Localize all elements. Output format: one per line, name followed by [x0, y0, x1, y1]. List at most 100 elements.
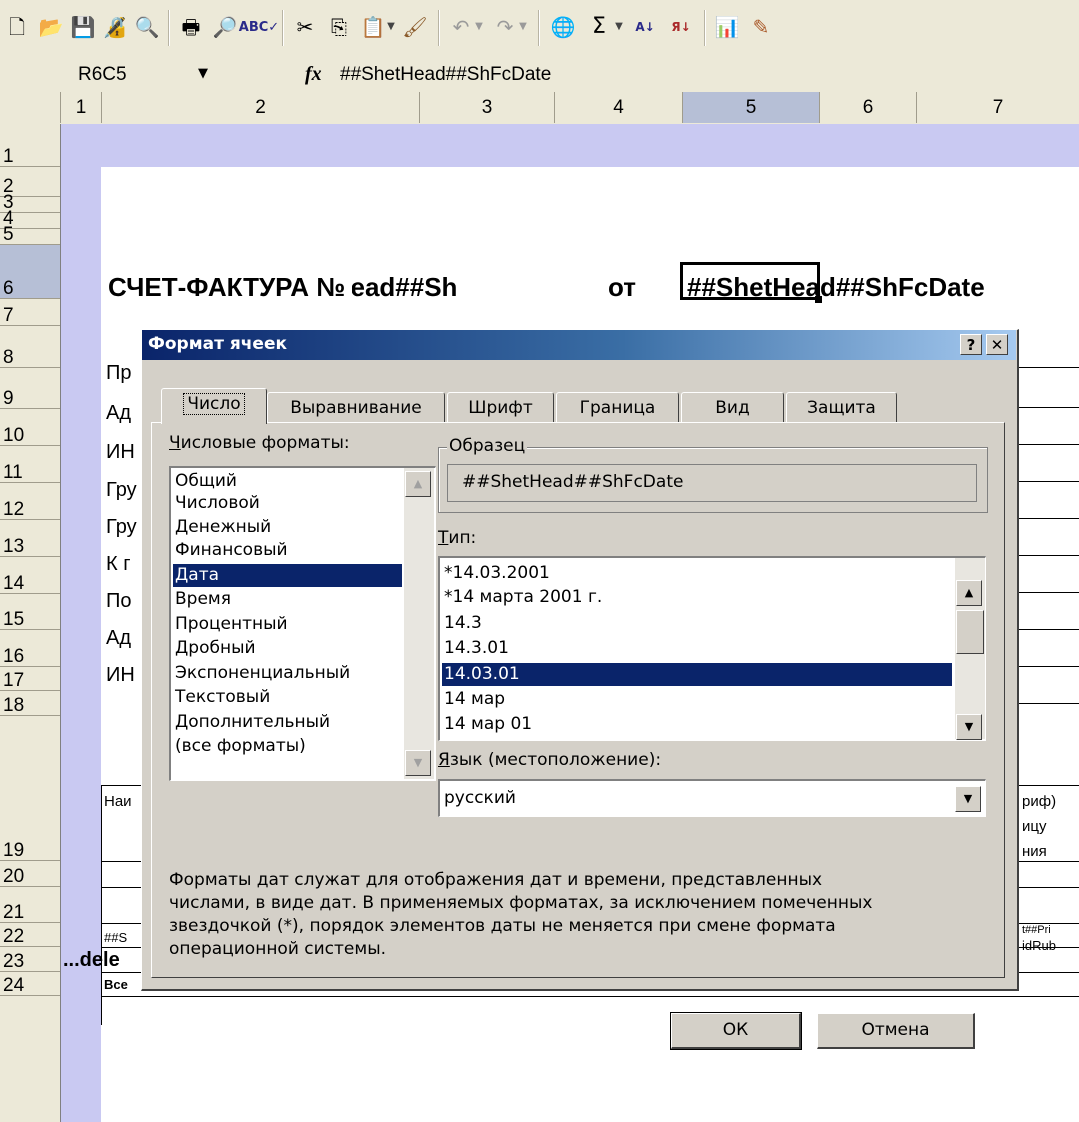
- sheet-cell[interactable]: Пр: [106, 362, 132, 385]
- print-icon[interactable]: 🖶: [178, 14, 204, 40]
- autosum-icon[interactable]: Σ: [586, 14, 612, 40]
- spelling-icon[interactable]: ABC✓: [239, 14, 279, 40]
- scroll-down-icon[interactable]: ▼: [405, 750, 431, 776]
- column-header[interactable]: 3: [420, 92, 555, 123]
- undo-icon[interactable]: ↶: [448, 14, 474, 40]
- row-header[interactable]: 15: [0, 594, 60, 630]
- sheet-cell[interactable]: ИН: [106, 441, 135, 464]
- list-item[interactable]: Общий: [173, 470, 402, 493]
- list-item[interactable]: (все форматы): [173, 735, 402, 758]
- table-header-cell[interactable]: Наи: [104, 793, 132, 810]
- tab-number[interactable]: Число: [161, 388, 267, 424]
- row-header[interactable]: 13: [0, 520, 60, 557]
- paste-icon[interactable]: 📋: [360, 14, 386, 40]
- close-button[interactable]: ✕: [986, 334, 1008, 355]
- column-header[interactable]: 7: [917, 92, 1079, 123]
- cancel-button[interactable]: Отмена: [817, 1013, 975, 1049]
- table-cell[interactable]: t##Pri: [1022, 924, 1051, 936]
- research-icon[interactable]: 🔍: [134, 14, 160, 40]
- print-preview-icon[interactable]: 🔎: [212, 14, 238, 40]
- sheet-cell[interactable]: К г: [106, 553, 131, 576]
- list-item[interactable]: Дробный: [173, 637, 402, 660]
- list-item[interactable]: Дата: [173, 564, 402, 587]
- scroll-up-icon[interactable]: ▲: [956, 580, 982, 606]
- sheet-cell[interactable]: ИН: [106, 664, 135, 687]
- scroll-up-icon[interactable]: ▲: [405, 471, 431, 497]
- list-item[interactable]: *14 марта 2001 г.: [442, 586, 952, 609]
- chevron-down-icon[interactable]: ▼: [955, 786, 981, 812]
- list-item[interactable]: 14 мар 01: [442, 713, 952, 736]
- sheet-cell[interactable]: По: [106, 590, 132, 613]
- row-header[interactable]: 22: [0, 923, 60, 947]
- new-icon[interactable]: 🗋: [4, 14, 30, 40]
- tab-alignment[interactable]: Выравнивание: [267, 392, 445, 423]
- row-header[interactable]: 17: [0, 667, 60, 691]
- scroll-down-icon[interactable]: ▼: [956, 714, 982, 740]
- table-cell[interactable]: idRub: [1022, 938, 1056, 953]
- formula-input[interactable]: ##ShetHead##ShFcDate: [340, 64, 551, 86]
- list-item[interactable]: *14.03.2001: [442, 562, 952, 585]
- table-cell[interactable]: Все: [104, 977, 128, 992]
- row-header[interactable]: 24: [0, 972, 60, 996]
- row-header[interactable]: 12: [0, 483, 60, 520]
- insert-function-icon[interactable]: fx: [305, 63, 322, 86]
- tab-font[interactable]: Шрифт: [447, 392, 554, 423]
- autosum-dropdown-icon[interactable]: ▼: [612, 14, 626, 40]
- row-header[interactable]: 11: [0, 446, 60, 483]
- sheet-cell[interactable]: Ад: [106, 402, 131, 425]
- drawing-icon[interactable]: ✎: [748, 14, 774, 40]
- row-header[interactable]: 21: [0, 887, 60, 923]
- chart-wizard-icon[interactable]: 📊: [714, 14, 740, 40]
- table-header-cell[interactable]: ния: [1022, 843, 1047, 860]
- locale-select[interactable]: русский ▼: [438, 779, 986, 817]
- undo-dropdown-icon[interactable]: ▼: [472, 14, 486, 40]
- invoice-number-cell[interactable]: ead##Sh: [352, 272, 457, 303]
- list-item[interactable]: Время: [173, 588, 402, 611]
- column-header[interactable]: 6: [820, 92, 917, 123]
- cut-icon[interactable]: ✂: [292, 14, 318, 40]
- permission-icon[interactable]: 🔏: [102, 14, 128, 40]
- row-header[interactable]: 10: [0, 409, 60, 446]
- row-header[interactable]: 9: [0, 368, 60, 409]
- type-listbox[interactable]: *14.03.2001 *14 марта 2001 г. 14.3 14.3.…: [438, 556, 986, 741]
- name-box[interactable]: R6C5: [78, 64, 218, 88]
- row-header[interactable]: 23: [0, 947, 60, 972]
- column-header[interactable]: 5: [683, 92, 820, 123]
- redo-icon[interactable]: ↷: [492, 14, 518, 40]
- invoice-title[interactable]: СЧЕТ-ФАКТУРА № ead##Sh: [108, 272, 457, 303]
- row-header[interactable]: 6: [0, 245, 60, 299]
- hyperlink-icon[interactable]: 🌐: [550, 14, 576, 40]
- select-all-corner[interactable]: [0, 92, 61, 123]
- save-icon[interactable]: 💾: [70, 14, 96, 40]
- row-header[interactable]: 19: [0, 716, 60, 861]
- list-item[interactable]: 14.3.01: [442, 637, 952, 660]
- copy-icon[interactable]: ⎘: [326, 14, 352, 40]
- table-cell[interactable]: ...dele: [63, 949, 120, 972]
- row-header[interactable]: 1: [0, 124, 60, 167]
- row-header[interactable]: 7: [0, 299, 60, 326]
- fill-handle[interactable]: [815, 296, 822, 303]
- list-item[interactable]: Числовой: [173, 492, 402, 515]
- table-header-cell[interactable]: ицу: [1022, 818, 1046, 835]
- table-header-cell[interactable]: риф): [1022, 793, 1056, 810]
- tab-border[interactable]: Граница: [556, 392, 679, 423]
- name-box-dropdown-icon[interactable]: ▼: [198, 66, 208, 81]
- list-item[interactable]: 14 мар: [442, 688, 952, 711]
- list-item[interactable]: Денежный: [173, 516, 402, 539]
- list-item[interactable]: Финансовый: [173, 539, 402, 562]
- row-header[interactable]: 16: [0, 630, 60, 667]
- scroll-thumb[interactable]: [956, 610, 984, 654]
- category-scrollbar[interactable]: [404, 468, 434, 779]
- column-header[interactable]: 4: [555, 92, 683, 123]
- sheet-cell[interactable]: Гру: [106, 516, 137, 539]
- list-item[interactable]: Дополнительный: [173, 711, 402, 734]
- list-item[interactable]: 14.03.01: [442, 663, 952, 686]
- list-item[interactable]: Экспоненциальный: [173, 662, 402, 685]
- paste-dropdown-icon[interactable]: ▼: [384, 14, 398, 40]
- column-header[interactable]: 2: [102, 92, 420, 123]
- tab-view[interactable]: Вид: [681, 392, 784, 423]
- open-icon[interactable]: 📂: [38, 14, 64, 40]
- help-button[interactable]: ?: [960, 334, 982, 355]
- ok-button[interactable]: ОК: [670, 1012, 802, 1050]
- row-header[interactable]: 8: [0, 326, 60, 368]
